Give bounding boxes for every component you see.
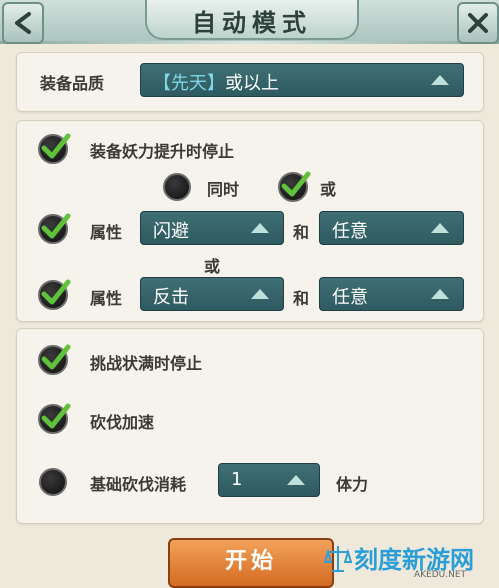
attr-row2-value2: 任意 [332, 287, 368, 308]
or-label: 或 [320, 180, 337, 199]
attr-row2-value1: 反击 [153, 287, 189, 308]
watermark: 刻度新游网 AKEDU.NET [322, 540, 499, 584]
stop-on-full-checkbox[interactable] [38, 344, 71, 375]
quality-suffix: 或以上 [225, 73, 279, 94]
chop-speed-label: 砍伐加速 [90, 413, 155, 432]
quality-value: 【先天】或以上 [153, 69, 279, 95]
chop-cost-label: 基础砍伐消耗 [90, 475, 187, 494]
attr-row2-dropdown-1[interactable]: 反击 [140, 277, 284, 311]
quality-dropdown[interactable]: 【先天】或以上 [140, 63, 464, 97]
or-radio[interactable] [278, 171, 311, 202]
checkmark-icon [41, 133, 71, 159]
stop-on-power-checkbox[interactable] [38, 133, 71, 164]
and-radio[interactable] [163, 173, 191, 201]
attr-row1-dropdown-2[interactable]: 任意 [319, 211, 464, 245]
dropdown-arrow-icon [431, 289, 449, 299]
close-x-icon [468, 13, 488, 33]
attr-row1-dropdown-1[interactable]: 闪避 [140, 211, 284, 245]
checkmark-icon [281, 171, 311, 197]
attr-row2-connector: 和 [293, 289, 310, 308]
checkmark-icon [41, 403, 71, 429]
chop-cost-dropdown[interactable]: 1 [218, 463, 320, 497]
chop-cost-unit: 体力 [336, 475, 369, 494]
checkmark-icon [41, 279, 71, 305]
stop-on-full-label: 挑战状满时停止 [90, 354, 203, 373]
quality-bracket-close: 】 [207, 73, 225, 94]
chop-cost-checkbox[interactable] [39, 468, 67, 496]
attr-row2-dropdown-2[interactable]: 任意 [319, 277, 464, 311]
scale-logo-icon [324, 546, 352, 572]
stop-on-power-label: 装备妖力提升时停止 [90, 142, 235, 161]
dropdown-arrow-icon [251, 289, 269, 299]
dropdown-arrow-icon [431, 75, 449, 85]
watermark-en: AKEDU.NET [414, 570, 467, 580]
dropdown-arrow-icon [251, 223, 269, 233]
attr-row1-connector: 和 [293, 223, 310, 242]
quality-label: 装备品质 [40, 74, 105, 93]
back-arrow-icon [15, 12, 31, 34]
start-button[interactable]: 开始 [168, 538, 334, 588]
attr-row1-value1: 闪避 [153, 221, 189, 242]
checkmark-icon [41, 344, 71, 370]
quality-selected: 先天 [171, 73, 207, 94]
between-or-label: 或 [204, 257, 221, 276]
close-button[interactable] [457, 2, 499, 44]
dropdown-arrow-icon [431, 223, 449, 233]
page-title: 自动模式 [192, 9, 312, 37]
checkmark-icon [41, 213, 71, 239]
attr-row1-value2: 任意 [332, 221, 368, 242]
and-label: 同时 [207, 180, 240, 199]
attr-row1-checkbox[interactable] [38, 213, 71, 244]
dropdown-arrow-icon [287, 475, 305, 485]
back-button[interactable] [2, 2, 44, 44]
attr-row2-label: 属性 [90, 289, 123, 308]
quality-bracket-open: 【 [153, 73, 171, 94]
chop-speed-checkbox[interactable] [38, 403, 71, 434]
attr-row2-checkbox[interactable] [38, 279, 71, 310]
attr-row1-label: 属性 [90, 223, 123, 242]
chop-cost-value: 1 [231, 469, 243, 490]
